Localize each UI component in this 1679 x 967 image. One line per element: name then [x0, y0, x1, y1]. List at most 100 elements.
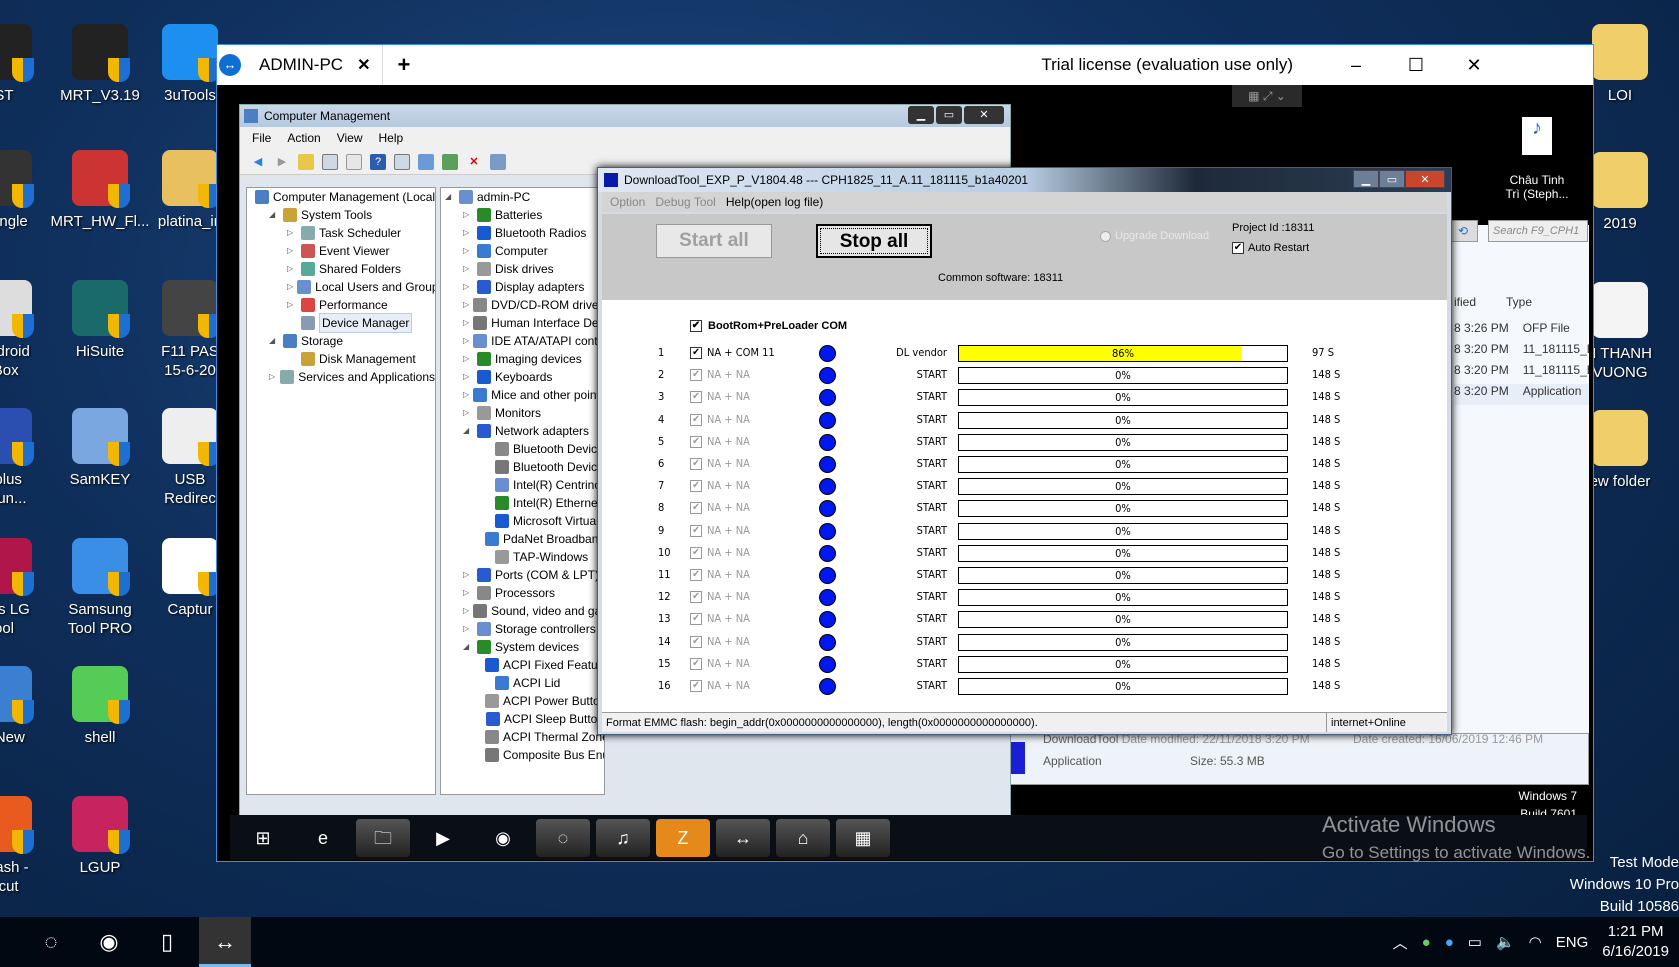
- tree-item[interactable]: ▷ Bluetooth Radios: [441, 224, 604, 242]
- desktop-icon[interactable]: MRT_HW_Fl...: [50, 150, 150, 231]
- port-checkbox[interactable]: ✔: [690, 413, 702, 426]
- port-checkbox[interactable]: ✔: [690, 680, 702, 692]
- tree-item[interactable]: ▷ Computer: [441, 242, 604, 260]
- expand-arrow-icon[interactable]: ▷: [269, 368, 276, 386]
- wifi-icon[interactable]: ◠: [1529, 933, 1542, 951]
- volume-icon[interactable]: 🔈: [1496, 933, 1515, 951]
- expand-arrow-icon[interactable]: ▷: [287, 278, 293, 296]
- tree-item[interactable]: Device Manager: [247, 313, 435, 333]
- tree-item[interactable]: ▷ IDE ATA/ATAPI controllers: [441, 332, 604, 350]
- file-row[interactable]: 8 3:26 PM OFP File: [1454, 321, 1589, 342]
- downloadtool-icon[interactable]: ▦: [836, 818, 890, 857]
- port-checkbox[interactable]: ✔: [690, 458, 702, 470]
- cm-close-button[interactable]: ✕: [964, 106, 1004, 124]
- windows-start-icon[interactable]: ⊞: [236, 819, 290, 857]
- tree-item[interactable]: ▷ Keyboards: [441, 368, 604, 386]
- tree-item[interactable]: ▷ Processors: [441, 584, 604, 602]
- desktop-icon[interactable]: s New: [0, 666, 54, 747]
- column-date-modified[interactable]: ified: [1454, 295, 1476, 309]
- tree-item[interactable]: ◢ Network adapters: [441, 422, 604, 440]
- tree-item[interactable]: ◢ System devices: [441, 638, 604, 656]
- minimize-button[interactable]: –: [1341, 55, 1371, 76]
- expand-arrow-icon[interactable]: ▷: [463, 620, 473, 638]
- port-checkbox[interactable]: ✔: [690, 480, 702, 493]
- desktop-icon[interactable]: HiSuite: [50, 280, 150, 361]
- auto-restart-checkbox[interactable]: ✔ Auto Restart: [1232, 242, 1309, 254]
- media-player-icon[interactable]: ▶: [416, 819, 470, 857]
- tree-item[interactable]: TAP-Windows: [441, 548, 604, 566]
- menu-file[interactable]: File: [252, 127, 271, 149]
- up-folder-icon[interactable]: [298, 153, 314, 170]
- expand-arrow-icon[interactable]: ▷: [287, 242, 297, 260]
- tree-item[interactable]: ACPI Thermal Zone: [441, 728, 604, 746]
- expand-arrow-icon[interactable]: ▷: [463, 602, 469, 620]
- port-checkbox[interactable]: ✔: [690, 435, 702, 448]
- zalo-tray-icon[interactable]: ●: [1445, 934, 1454, 951]
- tab-admin-pc[interactable]: ADMIN-PC ✕: [247, 45, 384, 85]
- tree-item[interactable]: Bluetooth Device: [441, 458, 604, 476]
- show-hide-tree-icon[interactable]: [322, 153, 338, 170]
- tree-item[interactable]: Computer Management (Local: [247, 188, 435, 206]
- tab-close-icon[interactable]: ✕: [357, 55, 370, 75]
- expand-arrow-icon[interactable]: ▷: [463, 278, 473, 296]
- disable-icon[interactable]: [490, 153, 506, 170]
- explorer-icon[interactable]: 🗀: [356, 818, 410, 857]
- teamviewer-icon[interactable]: ↔: [199, 917, 251, 967]
- tree-item[interactable]: ACPI Power Button: [441, 692, 604, 710]
- tree-item[interactable]: ▷ Disk drives: [441, 260, 604, 278]
- file-row[interactable]: 8 3:20 PM Application: [1454, 384, 1589, 405]
- tree-item[interactable]: ▷ Imaging devices: [441, 350, 604, 368]
- teamviewer-icon[interactable]: ↔: [716, 818, 770, 857]
- coccoc-icon[interactable]: ◌: [25, 917, 77, 967]
- menu-help[interactable]: Help: [379, 127, 404, 149]
- back-icon[interactable]: ◀: [250, 154, 266, 170]
- tree-item[interactable]: Intel(R) Ethernet: [441, 494, 604, 512]
- collapse-arrow-icon[interactable]: ◢: [445, 188, 455, 206]
- itunes-icon[interactable]: ♫: [596, 818, 650, 857]
- menu-help-open-log-file[interactable]: Help(open log file): [726, 192, 823, 212]
- start-all-button[interactable]: Start all: [656, 224, 772, 258]
- desktop-icon[interactable]: plus LG ool: [0, 538, 54, 638]
- tree-item[interactable]: ACPI Fixed Feature: [441, 656, 604, 674]
- tree-item[interactable]: ▷ Mice and other pointing devices: [441, 386, 604, 404]
- tree-item[interactable]: Microsoft Virtual: [441, 512, 604, 530]
- network-tool-icon[interactable]: ⌂: [776, 818, 830, 857]
- tree-item[interactable]: ACPI Lid: [441, 674, 604, 692]
- port-checkbox[interactable]: ✔: [690, 591, 702, 604]
- search-input[interactable]: Search F9_CPH1: [1488, 220, 1588, 242]
- tree-item[interactable]: ▷ Batteries: [441, 206, 604, 224]
- tree-item[interactable]: Bluetooth Device: [441, 440, 604, 458]
- bootrom-preloader-checkbox[interactable]: ✔ BootRom+PreLoader COM: [690, 320, 847, 332]
- dt-minimize-button[interactable]: ▁: [1353, 170, 1379, 188]
- expand-arrow-icon[interactable]: ▷: [463, 404, 473, 422]
- ie-icon[interactable]: e: [296, 819, 350, 857]
- port-checkbox[interactable]: ✔: [690, 502, 702, 515]
- desktop-icon[interactable]: oplus nsun...: [0, 408, 54, 508]
- tree-item[interactable]: ▷ Shared Folders: [247, 260, 435, 278]
- tree-item[interactable]: ▷ DVD/CD-ROM drives: [441, 296, 604, 314]
- desktop-icon[interactable]: Samsung Tool PRO: [50, 538, 150, 638]
- menu-debug-tool[interactable]: Debug Tool: [655, 192, 716, 212]
- expand-arrow-icon[interactable]: ▷: [463, 314, 469, 332]
- expand-arrow-icon[interactable]: ▷: [463, 566, 473, 584]
- tree-item[interactable]: Intel(R) Centrino: [441, 476, 604, 494]
- tree-item[interactable]: ◢ admin-PC: [441, 188, 604, 206]
- desktop-icon[interactable]: SamKEY: [50, 408, 150, 489]
- file-row[interactable]: 8 3:20 PM 11_181115_E: [1454, 363, 1589, 384]
- collapse-arrow-icon[interactable]: ◢: [463, 638, 473, 656]
- expand-arrow-icon[interactable]: ▷: [287, 224, 297, 242]
- menu-action[interactable]: Action: [287, 127, 320, 149]
- show-hidden-icons[interactable]: ︿: [1393, 932, 1408, 953]
- expand-arrow-icon[interactable]: ▷: [463, 224, 473, 242]
- refresh-icon[interactable]: ⟲: [1448, 220, 1478, 242]
- expand-arrow-icon[interactable]: ▷: [287, 296, 297, 314]
- column-type[interactable]: Type: [1506, 295, 1532, 309]
- upgrade-download-radio[interactable]: Upgrade Download: [1100, 230, 1209, 242]
- desktop-icon[interactable]: ST: [0, 24, 54, 105]
- dt-close-button[interactable]: ✕: [1405, 170, 1445, 188]
- collapse-arrow-icon[interactable]: ◢: [269, 332, 279, 350]
- collapse-arrow-icon[interactable]: ◢: [269, 206, 279, 224]
- document-icon[interactable]: ▯: [141, 917, 193, 967]
- port-checkbox[interactable]: ✔: [690, 347, 702, 359]
- cm-minimize-button[interactable]: ▁: [908, 106, 934, 124]
